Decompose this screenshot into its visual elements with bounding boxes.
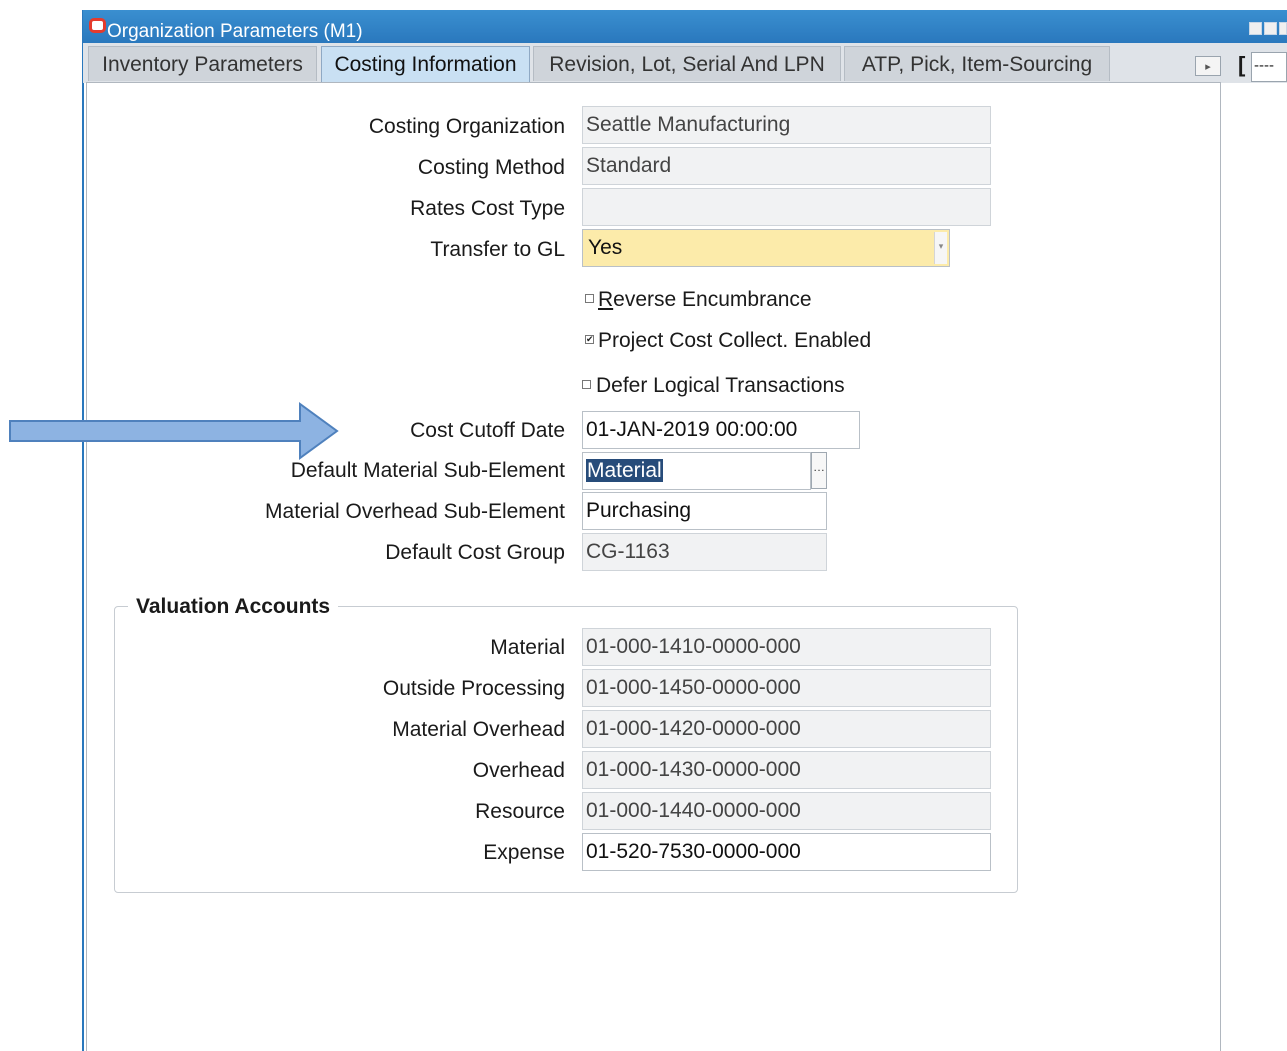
rates-cost-type-label: Rates Cost Type (410, 197, 565, 220)
window-title-bar: Organization Parameters (M1) (83, 10, 1287, 43)
cost-cutoff-date-field[interactable]: 01-JAN-2019 00:00:00 (582, 411, 860, 449)
reverse-encumbrance-label: Reverse Encumbrance (598, 288, 812, 311)
list-of-values-button[interactable]: … (811, 452, 827, 489)
bracket-indicator: [ (1238, 52, 1246, 77)
arrow-annotation-icon (9, 402, 339, 460)
expense-account-field[interactable]: 01-520-7530-0000-000 (582, 833, 991, 871)
default-cost-group-field[interactable]: CG-1163 (582, 533, 827, 571)
material-overhead-account-label: Material Overhead (392, 718, 565, 741)
overhead-account-field[interactable]: 01-000-1430-0000-000 (582, 751, 991, 789)
reverse-encumbrance-checkbox[interactable] (585, 294, 594, 303)
close-icon[interactable] (1279, 22, 1287, 35)
costing-organization-label: Costing Organization (368, 115, 565, 138)
rates-cost-type-field[interactable] (582, 188, 991, 226)
outside-processing-account-field[interactable]: 01-000-1450-0000-000 (582, 669, 991, 707)
oracle-logo-icon (89, 18, 106, 33)
costing-organization-field[interactable]: Seattle Manufacturing (582, 106, 991, 144)
default-material-sub-element-field[interactable]: Material (582, 452, 811, 490)
window-left-border (82, 10, 84, 1051)
project-cost-collect-checkbox[interactable]: ✔ (585, 335, 594, 344)
resource-account-field[interactable]: 01-000-1440-0000-000 (582, 792, 991, 830)
overhead-account-label: Overhead (472, 759, 565, 782)
defer-logical-transactions-checkbox[interactable] (582, 380, 591, 389)
material-account-label: Material (490, 636, 565, 659)
maximize-icon[interactable] (1264, 22, 1277, 35)
tab-scroll-right-button[interactable]: ▸ (1195, 56, 1221, 76)
valuation-accounts-title: Valuation Accounts (128, 594, 339, 620)
side-field[interactable]: ---- (1251, 52, 1287, 82)
expense-account-label: Expense (483, 841, 565, 864)
material-overhead-sub-element-field[interactable]: Purchasing (582, 492, 827, 530)
tab-inventory-parameters[interactable]: Inventory Parameters (88, 46, 317, 81)
project-cost-collect-label: Project Cost Collect. Enabled (598, 329, 872, 352)
default-cost-group-label: Default Cost Group (385, 541, 565, 564)
default-material-sub-element-label: Default Material Sub-Element (290, 459, 565, 482)
cost-cutoff-date-label: Cost Cutoff Date (410, 419, 565, 442)
outside-processing-account-label: Outside Processing (382, 677, 565, 700)
chevron-down-icon[interactable]: ▾ (934, 232, 947, 264)
costing-method-label: Costing Method (417, 156, 565, 179)
resource-account-label: Resource (475, 800, 565, 823)
material-account-field[interactable]: 01-000-1410-0000-000 (582, 628, 991, 666)
transfer-to-gl-select[interactable]: Yes ▾ (582, 229, 950, 267)
tab-revision-lot-serial-lpn[interactable]: Revision, Lot, Serial And LPN (533, 46, 841, 81)
costing-method-field[interactable]: Standard (582, 147, 991, 185)
transfer-to-gl-value: Yes (588, 236, 623, 259)
window-title: Organization Parameters (M1) (107, 21, 363, 42)
default-material-sub-element-value: Material (586, 459, 663, 482)
material-overhead-sub-element-label: Material Overhead Sub-Element (265, 500, 565, 523)
transfer-to-gl-label: Transfer to GL (430, 238, 565, 261)
tab-costing-information[interactable]: Costing Information (321, 46, 530, 84)
tab-atp-pick-item-sourcing[interactable]: ATP, Pick, Item-Sourcing (844, 46, 1110, 81)
defer-logical-transactions-label: Defer Logical Transactions (596, 374, 845, 397)
material-overhead-account-field[interactable]: 01-000-1420-0000-000 (582, 710, 991, 748)
minimize-icon[interactable] (1249, 22, 1262, 35)
